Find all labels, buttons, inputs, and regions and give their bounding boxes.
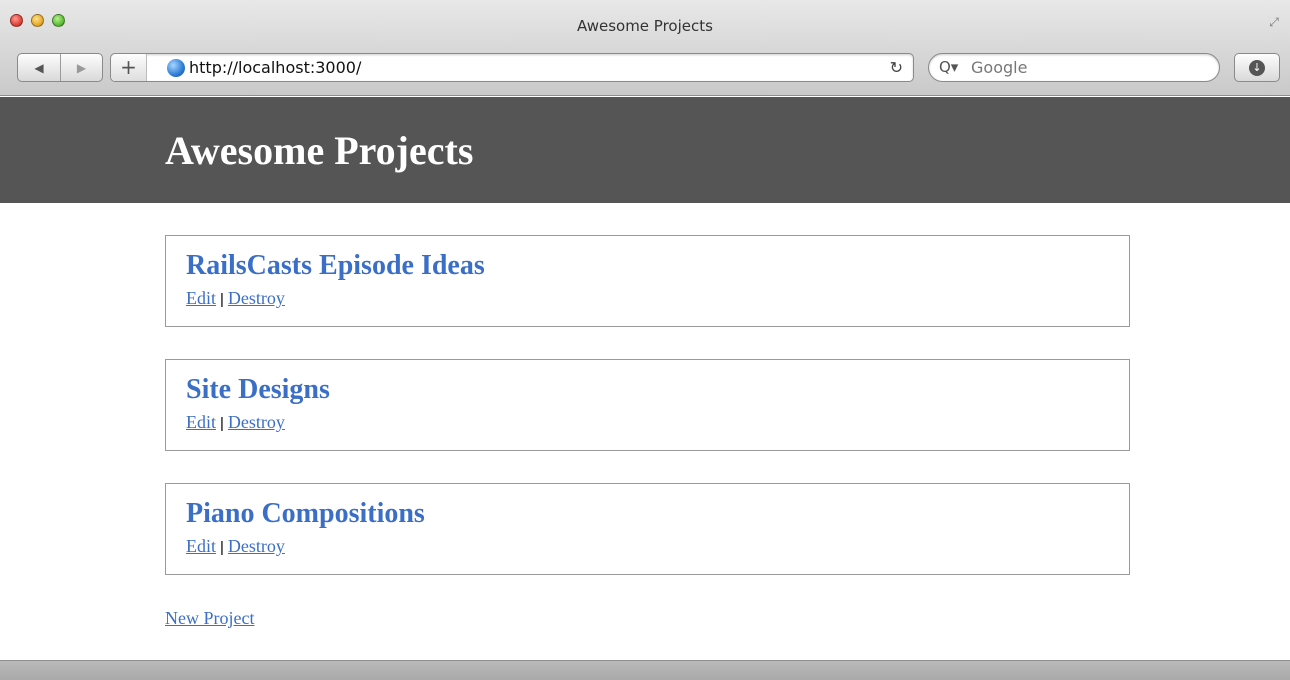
edit-link[interactable]: Edit <box>186 536 216 556</box>
project-link[interactable]: RailsCasts Episode Ideas <box>186 250 485 282</box>
new-project-link[interactable]: New Project <box>165 608 254 628</box>
browser-toolbar: Awesome Projects ⤢ ◀ ▶ + http://localhos… <box>0 0 1290 96</box>
project-link[interactable]: Piano Compositions <box>186 498 425 530</box>
url-text[interactable]: http://localhost:3000/ <box>189 58 361 77</box>
destroy-link[interactable]: Destroy <box>228 288 285 308</box>
project-card: Piano Compositions Edit | Destroy <box>165 483 1130 575</box>
download-icon: ↓ <box>1249 59 1265 76</box>
project-link[interactable]: Site Designs <box>186 374 330 406</box>
new-project-container: New Project <box>165 608 254 629</box>
status-bar <box>0 660 1290 680</box>
separator: | <box>220 291 224 308</box>
edit-link[interactable]: Edit <box>186 412 216 432</box>
separator: | <box>220 415 224 432</box>
fullscreen-icon[interactable]: ⤢ <box>1266 14 1282 30</box>
address-bar[interactable]: + http://localhost:3000/ ↻ <box>110 53 914 82</box>
project-actions: Edit | Destroy <box>186 536 285 557</box>
window-title: Awesome Projects <box>577 17 713 35</box>
globe-icon <box>167 59 185 77</box>
search-icon: Q▾ <box>939 58 959 76</box>
search-input[interactable]: Q▾ Google <box>928 53 1220 82</box>
page-header: Awesome Projects <box>0 97 1290 203</box>
page-title: Awesome Projects <box>165 128 474 173</box>
reload-icon[interactable]: ↻ <box>890 58 903 77</box>
back-button[interactable]: ◀ <box>18 54 60 81</box>
add-bookmark-button[interactable]: + <box>111 54 147 81</box>
back-arrow-icon: ◀ <box>34 60 44 75</box>
forward-arrow-icon: ▶ <box>76 60 87 75</box>
project-actions: Edit | Destroy <box>186 412 285 433</box>
project-actions: Edit | Destroy <box>186 288 285 309</box>
downloads-button[interactable]: ↓ <box>1234 53 1280 82</box>
project-card: Site Designs Edit | Destroy <box>165 359 1130 451</box>
search-placeholder: Google <box>971 58 1028 77</box>
history-buttons: ◀ ▶ <box>17 53 103 82</box>
plus-icon: + <box>120 55 137 79</box>
separator: | <box>220 539 224 556</box>
destroy-link[interactable]: Destroy <box>228 536 285 556</box>
forward-button[interactable]: ▶ <box>60 54 102 81</box>
edit-link[interactable]: Edit <box>186 288 216 308</box>
destroy-link[interactable]: Destroy <box>228 412 285 432</box>
project-card: RailsCasts Episode Ideas Edit | Destroy <box>165 235 1130 327</box>
